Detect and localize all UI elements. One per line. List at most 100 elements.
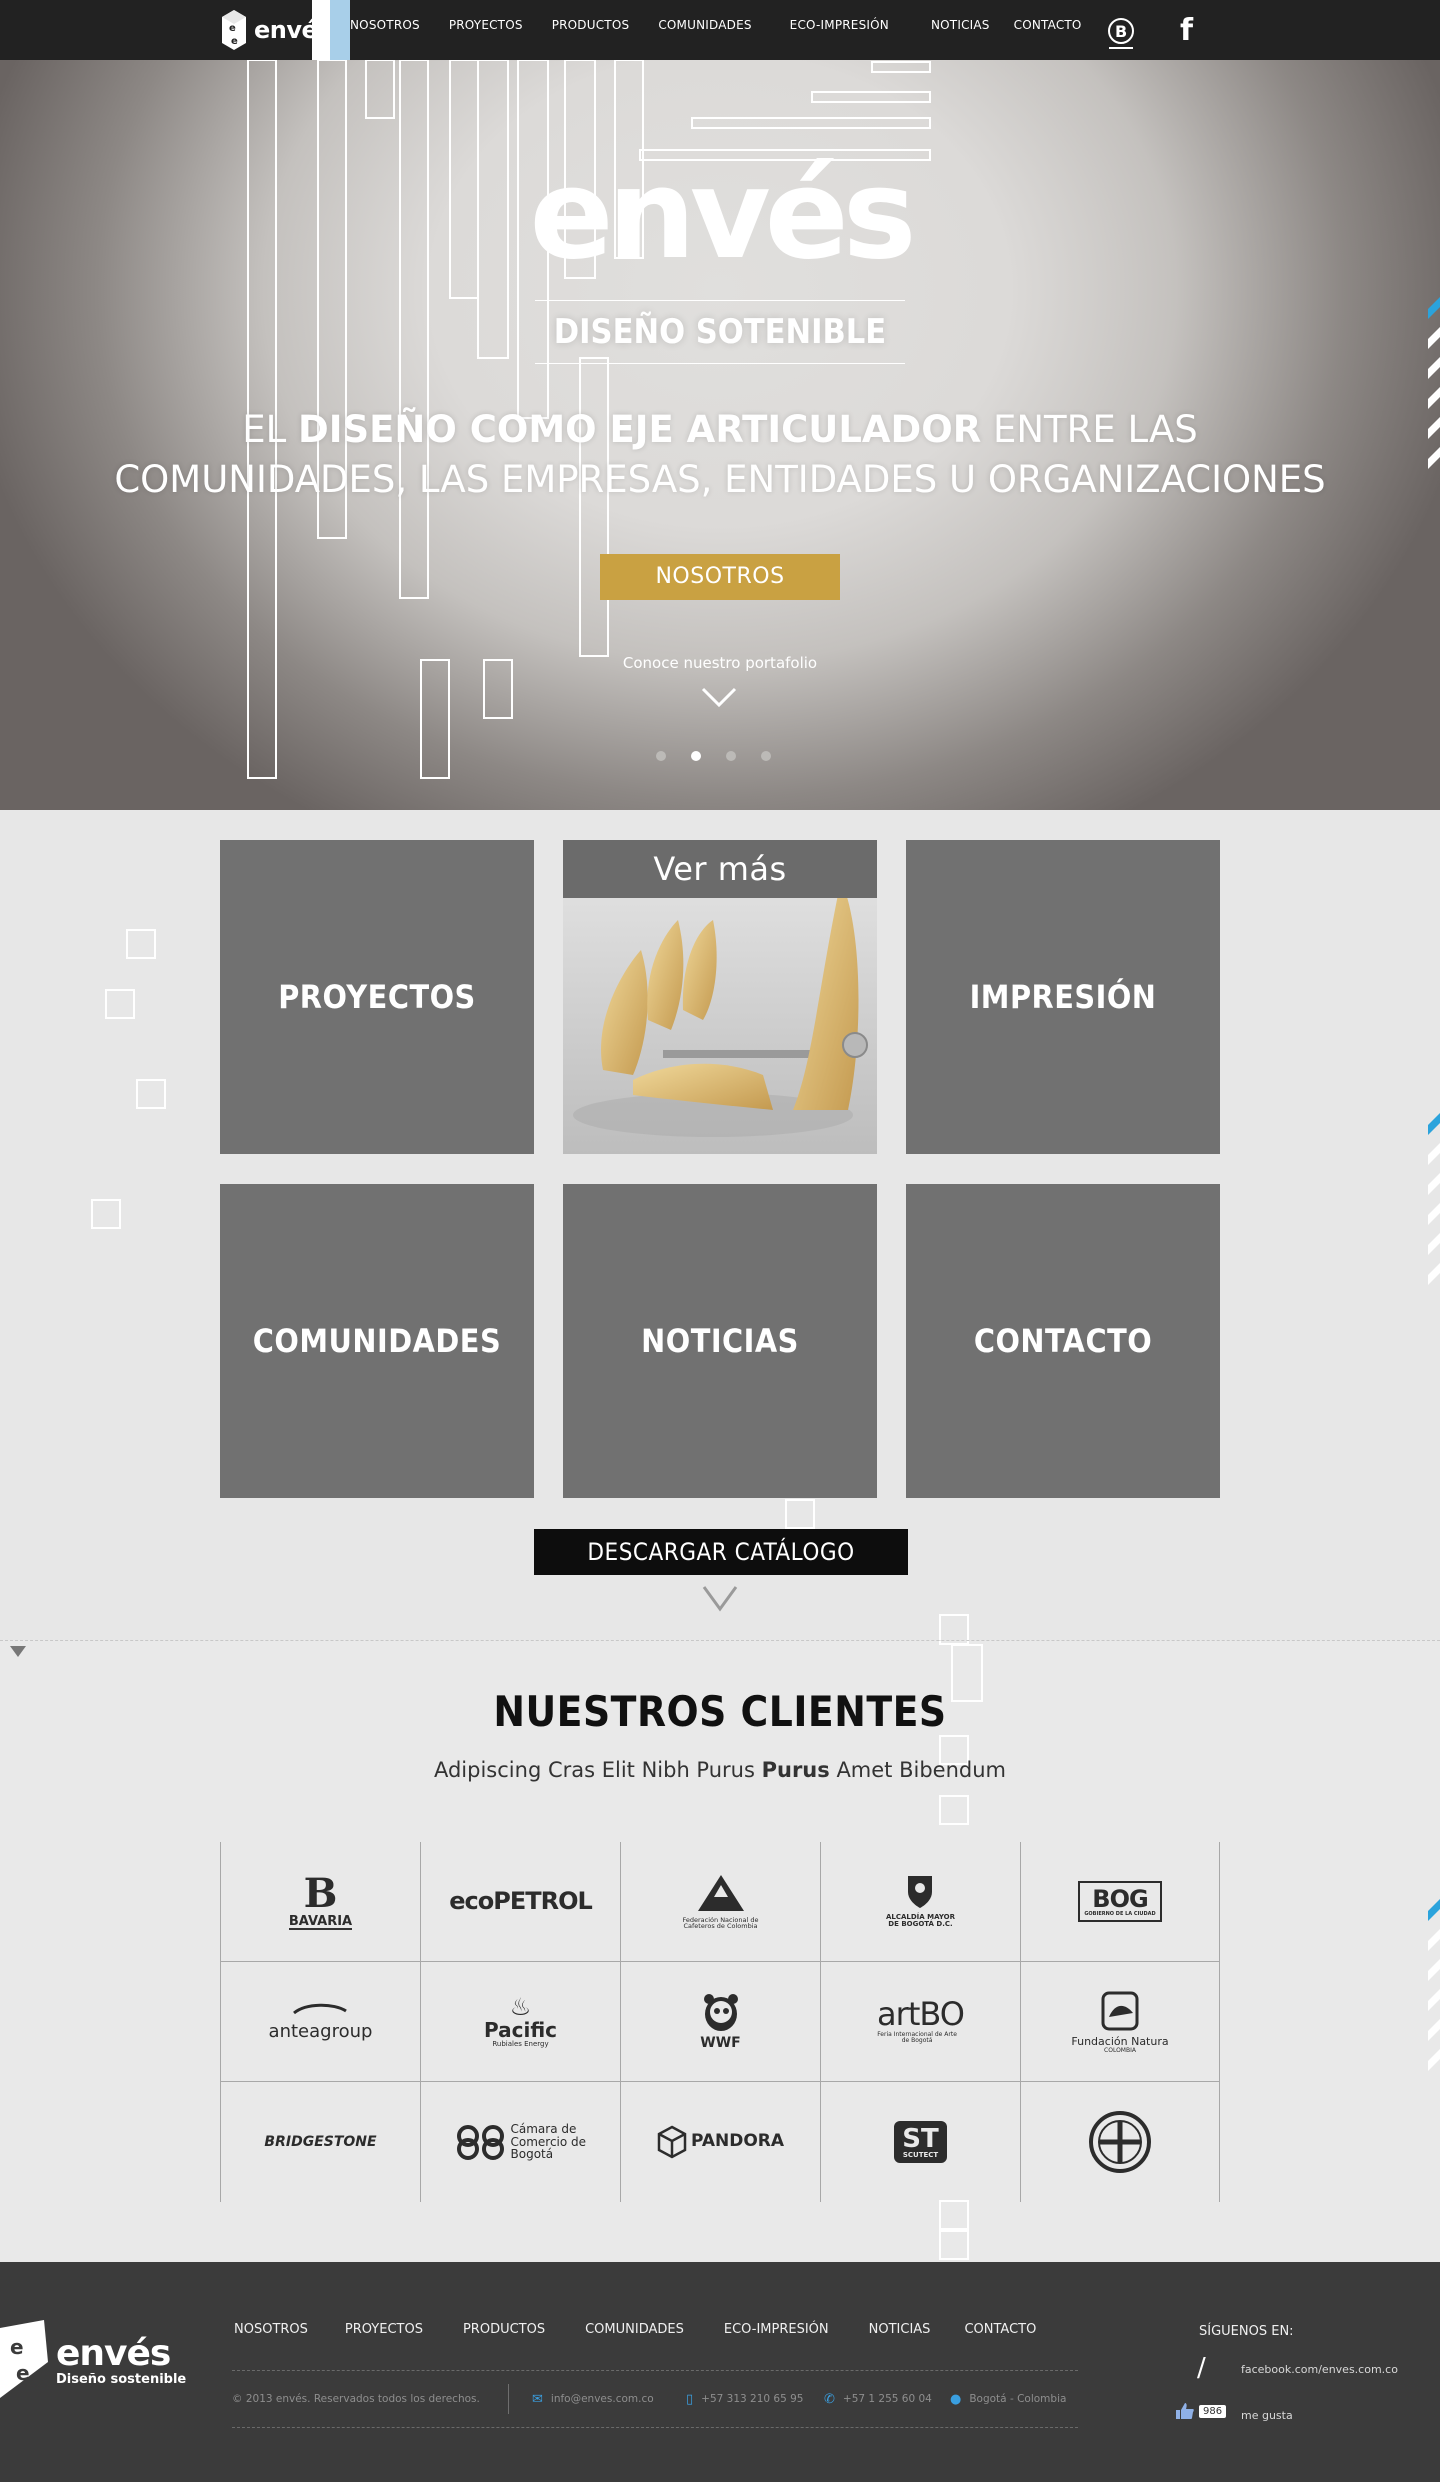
facebook-icon[interactable]: f xyxy=(1180,16,1198,46)
chevron-down-icon[interactable] xyxy=(702,1585,738,1613)
thumbs-up-icon xyxy=(1176,2403,1194,2419)
footer-nav-productos[interactable]: PRODUCTOS xyxy=(463,2322,545,2337)
client-name: ST xyxy=(902,2124,939,2155)
mountain-icon xyxy=(697,1874,744,1911)
ccb-icon xyxy=(456,2125,504,2160)
tile-comunidades[interactable]: COMUNIDADES xyxy=(220,1184,534,1498)
footer-nav-contacto[interactable]: CONTACTO xyxy=(964,2322,1036,2337)
client-logo-bridgestone[interactable]: BRIDGESTONE xyxy=(220,2082,420,2202)
subtitle-post: Amet Bibendum xyxy=(829,1758,1006,1782)
client-name: Pacific xyxy=(483,2017,557,2042)
mail-icon: ✉ xyxy=(532,2391,543,2407)
tile-impresion[interactable]: IMPRESIÓN xyxy=(906,840,1220,1154)
client-logo-fnc[interactable]: Federación Nacional de Cafeteros de Colo… xyxy=(620,1842,820,1962)
footer xyxy=(0,2262,1440,2482)
footer-location: ● Bogotá - Colombia xyxy=(950,2388,1066,2410)
slider-dot-active[interactable] xyxy=(691,751,701,761)
client-sub: GOBIERNO DE LA CIUDAD xyxy=(1084,1911,1156,1918)
client-logo-pandora[interactable]: PANDORA xyxy=(620,2082,820,2202)
bcorp-icon[interactable]: B xyxy=(1106,16,1136,50)
client-logo-wwf[interactable]: WWF xyxy=(620,1962,820,2082)
client-logo-anteagroup[interactable]: anteagroup xyxy=(220,1962,420,2082)
footer-nav-nosotros[interactable]: NOSOTROS xyxy=(234,2322,308,2337)
like-label: me gusta xyxy=(1241,2409,1293,2422)
client-sub: SCUTECT xyxy=(902,2151,939,2160)
tile-contacto[interactable]: CONTACTO xyxy=(906,1184,1220,1498)
slider-dot[interactable] xyxy=(761,751,771,761)
svg-text:e: e xyxy=(10,2335,24,2359)
download-catalog-button[interactable]: DESCARGAR CATÁLOGO xyxy=(534,1529,908,1575)
panda-icon xyxy=(703,1994,738,2032)
footer-divider xyxy=(232,2427,1078,2428)
like-count: 986 xyxy=(1199,2404,1227,2418)
portfolio-link[interactable]: Conoce nuestro portafolio xyxy=(0,654,1440,672)
footer-email[interactable]: ✉ info@enves.com.co xyxy=(532,2388,654,2410)
nav-productos[interactable]: PRODUCTOS xyxy=(552,18,630,32)
slider-dot[interactable] xyxy=(656,751,666,761)
tile-noticias[interactable]: NOTICIAS xyxy=(563,1184,877,1498)
footer-nav-proyectos[interactable]: PROYECTOS xyxy=(345,2322,423,2337)
client-logo-artbo[interactable]: artBO Feria Internacional de Arte de Bogo… xyxy=(820,1962,1020,2082)
svg-text:e: e xyxy=(231,36,238,47)
shield-icon xyxy=(908,1876,933,1909)
nav-comunidades[interactable]: COMUNIDADES xyxy=(658,18,751,32)
tile-photo[interactable]: Ver más xyxy=(563,840,877,1154)
svg-text:e: e xyxy=(229,23,236,34)
client-name: BOG xyxy=(1092,1885,1148,1914)
box-icon xyxy=(657,2125,687,2159)
client-logo-camara-comercio[interactable]: Cámara de Comercio de Bogotá xyxy=(420,2082,620,2202)
client-sub: Federación Nacional de Cafeteros de Colo… xyxy=(682,1915,759,1931)
hero-title: envés xyxy=(529,143,916,287)
swirl-icon xyxy=(293,2003,348,2015)
client-sub: Feria Internacional de Arte de Bogotá xyxy=(877,2031,957,2045)
nosotros-button[interactable]: NOSOTROS xyxy=(600,554,840,600)
footer-mobile: ▯ +57 313 210 65 95 xyxy=(686,2388,803,2410)
header-accent-white xyxy=(312,0,330,60)
footer-nav-eco-impresion[interactable]: ECO-IMPRESIÓN xyxy=(724,2322,829,2337)
nav-proyectos[interactable]: PROYECTOS xyxy=(449,18,523,32)
clients-grid: B BAVARIA ecoPETROL Federación Nacional d… xyxy=(220,1842,1220,2202)
nav-contacto[interactable]: CONTACTO xyxy=(1014,18,1082,32)
client-name: BRIDGESTONE xyxy=(264,2133,377,2150)
client-logo-alcaldia[interactable]: ALCALDÍA MAYOR DE BOGOTÁ D.C. xyxy=(820,1842,1020,1962)
location-text: Bogotá - Colombia xyxy=(969,2393,1067,2405)
footer-phone: ✆ +57 1 255 60 04 xyxy=(824,2388,932,2410)
client-logo-ecopetrol[interactable]: ecoPETROL xyxy=(420,1842,620,1962)
client-logo-pacific[interactable]: ♨ Pacific Rubiales Energy xyxy=(420,1962,620,2082)
nav-noticias[interactable]: NOTICIAS xyxy=(931,18,990,32)
location-pin-icon: ● xyxy=(950,2391,962,2407)
tile-proyectos[interactable]: PROYECTOS xyxy=(220,840,534,1154)
subtitle-bold: Purus xyxy=(761,1758,830,1782)
footer-separator xyxy=(508,2384,509,2414)
phone-icon: ✆ xyxy=(824,2391,835,2407)
slider-dot[interactable] xyxy=(726,751,736,761)
footer-brand: envés xyxy=(56,2332,171,2374)
footer-nav-noticias[interactable]: NOTICIAS xyxy=(869,2322,931,2337)
mobile-text: +57 313 210 65 95 xyxy=(701,2393,804,2405)
phone-text: +57 1 255 60 04 xyxy=(842,2393,932,2405)
client-sub: DE BOGOTÁ D.C. xyxy=(888,1920,953,1929)
client-sub: COLOMBIA xyxy=(1104,2047,1136,2055)
client-name: artBO xyxy=(877,1995,965,2034)
client-logo-alfa-romeo[interactable] xyxy=(1020,2082,1220,2202)
client-name: PANDORA xyxy=(690,2131,785,2152)
enves-cube-icon: e e xyxy=(222,10,246,50)
facebook-mark-icon[interactable]: / xyxy=(1197,2353,1206,2383)
nav-nosotros[interactable]: NOSOTROS xyxy=(350,18,420,32)
nav-eco-impresion[interactable]: ECO-IMPRESIÓN xyxy=(790,18,889,32)
footer-nav-comunidades[interactable]: COMUNIDADES xyxy=(585,2322,684,2337)
footer-logo[interactable]: e e envés Diseño sostenible xyxy=(0,2320,186,2402)
hands-icon xyxy=(1101,1991,1139,2031)
facebook-like-button[interactable]: 986 xyxy=(1175,2402,1227,2420)
facebook-link[interactable]: facebook.com/enves.com.co xyxy=(1241,2363,1398,2376)
svg-text:e: e xyxy=(16,2361,30,2385)
ver-mas-overlay[interactable]: Ver más xyxy=(563,840,877,898)
email-text: info@enves.com.co xyxy=(550,2393,654,2405)
client-logo-scutect[interactable]: ST SCUTECT xyxy=(820,2082,1020,2202)
client-logo-bavaria[interactable]: B BAVARIA xyxy=(220,1842,420,1962)
svg-text:B: B xyxy=(1115,22,1127,41)
client-logo-natura[interactable]: Fundación Natura COLOMBIA xyxy=(1020,1962,1220,2082)
client-sub: Rubiales Energy xyxy=(492,2039,549,2048)
chevron-down-icon[interactable] xyxy=(700,686,738,708)
client-logo-bog[interactable]: BOG GOBIERNO DE LA CIUDAD xyxy=(1020,1842,1220,1962)
